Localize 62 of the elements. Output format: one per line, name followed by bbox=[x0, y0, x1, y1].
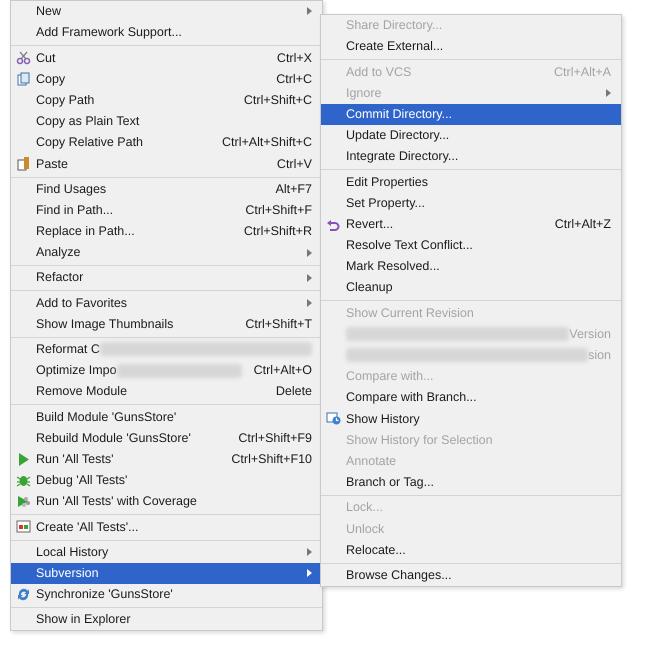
copy-icon bbox=[16, 72, 31, 87]
menu-item[interactable]: Edit Properties bbox=[321, 171, 621, 192]
scissors-icon bbox=[16, 50, 31, 66]
menu-item[interactable]: Copy as Plain Text bbox=[11, 110, 322, 132]
menu-item[interactable]: Run 'All Tests' Ctrl+Shift+F10 bbox=[11, 448, 322, 470]
menu-item[interactable]: Relocate... bbox=[321, 540, 621, 561]
menu-item[interactable]: Copy Path Ctrl+Shift+C bbox=[11, 90, 322, 111]
submenu-arrow-icon bbox=[307, 6, 312, 18]
paste-icon bbox=[16, 156, 31, 172]
menu-item[interactable]: Rebuild Module 'GunsStore' Ctrl+Shift+F9 bbox=[11, 428, 322, 449]
menu-item[interactable]: Refactor bbox=[11, 267, 322, 288]
menu-item[interactable]: Analyze bbox=[11, 242, 322, 264]
menu-item[interactable]: Browse Changes... bbox=[321, 564, 621, 586]
menu-item[interactable]: Find in Path... Ctrl+Shift+F bbox=[11, 200, 322, 221]
submenu-arrow-icon bbox=[307, 546, 312, 558]
menu-item[interactable]: Resolve Text Conflict... bbox=[321, 234, 621, 256]
menu-item[interactable]: Revert... Ctrl+Alt+Z bbox=[321, 214, 621, 235]
menu-item[interactable]: Copy Relative Path Ctrl+Alt+Shift+C bbox=[11, 132, 322, 154]
submenu-arrow-icon bbox=[606, 87, 611, 100]
menu-item[interactable]: Remove Module Delete bbox=[11, 381, 322, 402]
test-window-icon bbox=[16, 519, 31, 534]
shortcut-label: Ctrl+Alt+O bbox=[254, 362, 312, 380]
menu-item-label: Reformat C bbox=[36, 341, 100, 358]
coverage-icon bbox=[16, 494, 31, 510]
history-icon bbox=[326, 411, 341, 426]
menu-item[interactable]: Add Framework Support... bbox=[11, 22, 322, 44]
menu-item-label: Optimize Impo bbox=[36, 362, 117, 380]
menu-item[interactable]: Set Property... bbox=[321, 192, 621, 214]
menu-item[interactable]: Compare with Branch... bbox=[321, 387, 621, 408]
menu-item[interactable]: Local History bbox=[11, 542, 322, 563]
menu-item[interactable]: Synchronize 'GunsStore' bbox=[11, 584, 322, 606]
menu-item[interactable]: Show in Explorer bbox=[11, 609, 322, 630]
menu-item[interactable]: Cut Ctrl+X bbox=[11, 47, 322, 69]
sync-icon bbox=[16, 586, 31, 602]
menu-item[interactable]: Copy Ctrl+C bbox=[11, 68, 322, 90]
menu-item[interactable]: Update Directory... bbox=[321, 124, 621, 146]
menu-item[interactable]: New bbox=[11, 1, 322, 22]
submenu-arrow-icon bbox=[307, 567, 312, 580]
menu-item[interactable]: Show History bbox=[321, 408, 621, 430]
menu-item-label: sion bbox=[588, 347, 611, 364]
menu-item[interactable]: Commit Directory... bbox=[321, 104, 621, 125]
menu-item[interactable]: Integrate Directory... bbox=[321, 146, 621, 168]
menu-item[interactable]: Subversion bbox=[11, 562, 322, 584]
play-icon bbox=[16, 452, 31, 467]
menu-item[interactable]: Run 'All Tests' with Coverage bbox=[11, 491, 322, 512]
menu-item[interactable]: Add to Favorites bbox=[11, 292, 322, 314]
menu-item[interactable]: Build Module 'GunsStore' bbox=[11, 406, 322, 428]
menu-item[interactable]: Paste Ctrl+V bbox=[11, 153, 322, 174]
menu-item[interactable]: Cleanup bbox=[321, 277, 621, 298]
menu-item[interactable]: Mark Resolved... bbox=[321, 256, 621, 278]
bug-icon bbox=[16, 473, 31, 488]
menu-item[interactable]: Create External... bbox=[321, 36, 621, 58]
submenu-arrow-icon bbox=[307, 272, 312, 284]
menu-item-label: Version bbox=[569, 326, 611, 343]
menu-item[interactable]: Show Image Thumbnails Ctrl+Shift+T bbox=[11, 314, 322, 335]
menu-item[interactable]: Find Usages Alt+F7 bbox=[11, 178, 322, 200]
submenu-arrow-icon bbox=[307, 246, 312, 259]
menu-item[interactable]: Debug 'All Tests' bbox=[11, 470, 322, 492]
submenu-arrow-icon bbox=[307, 297, 312, 310]
menu-item[interactable]: Branch or Tag... bbox=[321, 472, 621, 494]
menu-item[interactable]: Create 'All Tests'... bbox=[11, 516, 322, 538]
menu-item[interactable]: Replace in Path... Ctrl+Shift+R bbox=[11, 220, 322, 242]
